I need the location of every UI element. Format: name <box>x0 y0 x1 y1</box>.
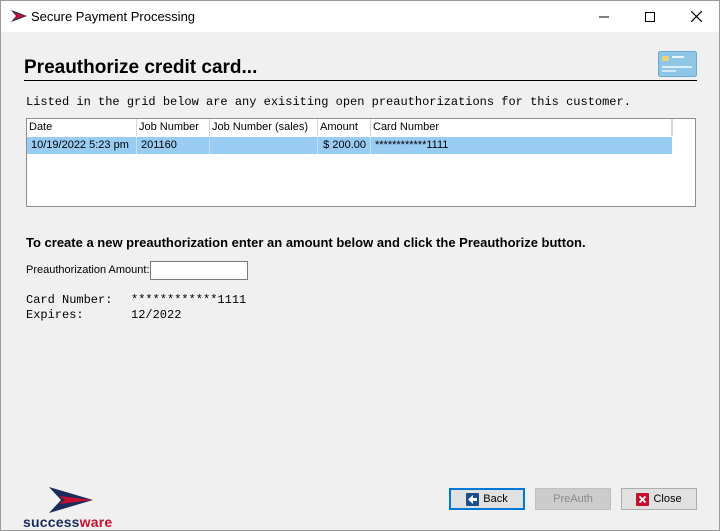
amount-label: Preauthorization Amount: <box>26 264 150 276</box>
grid-header: Date Job Number Job Number (sales) Amoun… <box>27 119 672 136</box>
close-icon <box>690 11 702 22</box>
maximize-icon <box>645 11 655 22</box>
minimize-icon <box>599 16 609 17</box>
window-title: Secure Payment Processing <box>31 9 196 24</box>
minimize-button[interactable] <box>581 1 627 32</box>
cell-job-number-sales <box>210 137 318 154</box>
close-button-label: Close <box>653 493 682 505</box>
preauth-button-label: PreAuth <box>553 493 593 505</box>
heading-divider <box>24 80 697 81</box>
expires-value: 12/2022 <box>131 308 182 322</box>
back-button-label: Back <box>483 493 508 505</box>
cell-amount: $ 200.00 <box>318 137 371 154</box>
cell-date: 10/19/2022 5:23 pm <box>27 137 137 154</box>
cell-card-number: ************1111 <box>375 139 449 151</box>
card-number-value: ************1111 <box>131 293 247 307</box>
column-header-date[interactable]: Date <box>27 119 137 136</box>
credit-card-icon <box>658 51 697 77</box>
page-title: Preauthorize credit card... <box>24 57 258 78</box>
back-arrow-icon <box>466 492 480 506</box>
close-window-button[interactable] <box>673 1 719 32</box>
column-header-card-number[interactable]: Card Number <box>371 119 672 136</box>
payment-window: Secure Payment Processing Preauthorize c… <box>0 0 720 531</box>
preauthorizations-grid[interactable]: Date Job Number Job Number (sales) Amoun… <box>26 118 696 207</box>
expires-label: Expires: <box>26 308 84 322</box>
logo-text-ware: ware <box>79 514 113 530</box>
app-logo-icon <box>11 10 27 22</box>
column-header-job-number[interactable]: Job Number <box>137 119 210 136</box>
close-x-icon <box>636 492 650 506</box>
column-header-job-number-sales[interactable]: Job Number (sales) <box>210 119 318 136</box>
logo-wordmark: successware <box>23 514 112 530</box>
maximize-button[interactable] <box>627 1 673 32</box>
close-button[interactable]: Close <box>621 488 697 510</box>
successware-logo: successware <box>23 487 133 530</box>
card-number-label: Card Number: <box>26 293 113 307</box>
logo-text-success: success <box>23 514 80 530</box>
cell-job-number: 201160 <box>137 137 210 154</box>
column-header-amount[interactable]: Amount <box>318 119 371 136</box>
table-row[interactable]: 10/19/2022 5:23 pm 201160 $ 200.00 *****… <box>27 137 672 154</box>
title-bar: Secure Payment Processing <box>1 1 719 32</box>
logo-mark-icon <box>49 487 93 513</box>
preauthorization-amount-input[interactable] <box>150 261 248 280</box>
instructions-text: To create a new preauthorization enter a… <box>26 235 586 250</box>
intro-text: Listed in the grid below are any exisiti… <box>26 95 631 109</box>
grid-header-filler <box>672 119 695 136</box>
preauth-button[interactable]: PreAuth <box>535 488 611 510</box>
back-button[interactable]: Back <box>449 488 525 510</box>
